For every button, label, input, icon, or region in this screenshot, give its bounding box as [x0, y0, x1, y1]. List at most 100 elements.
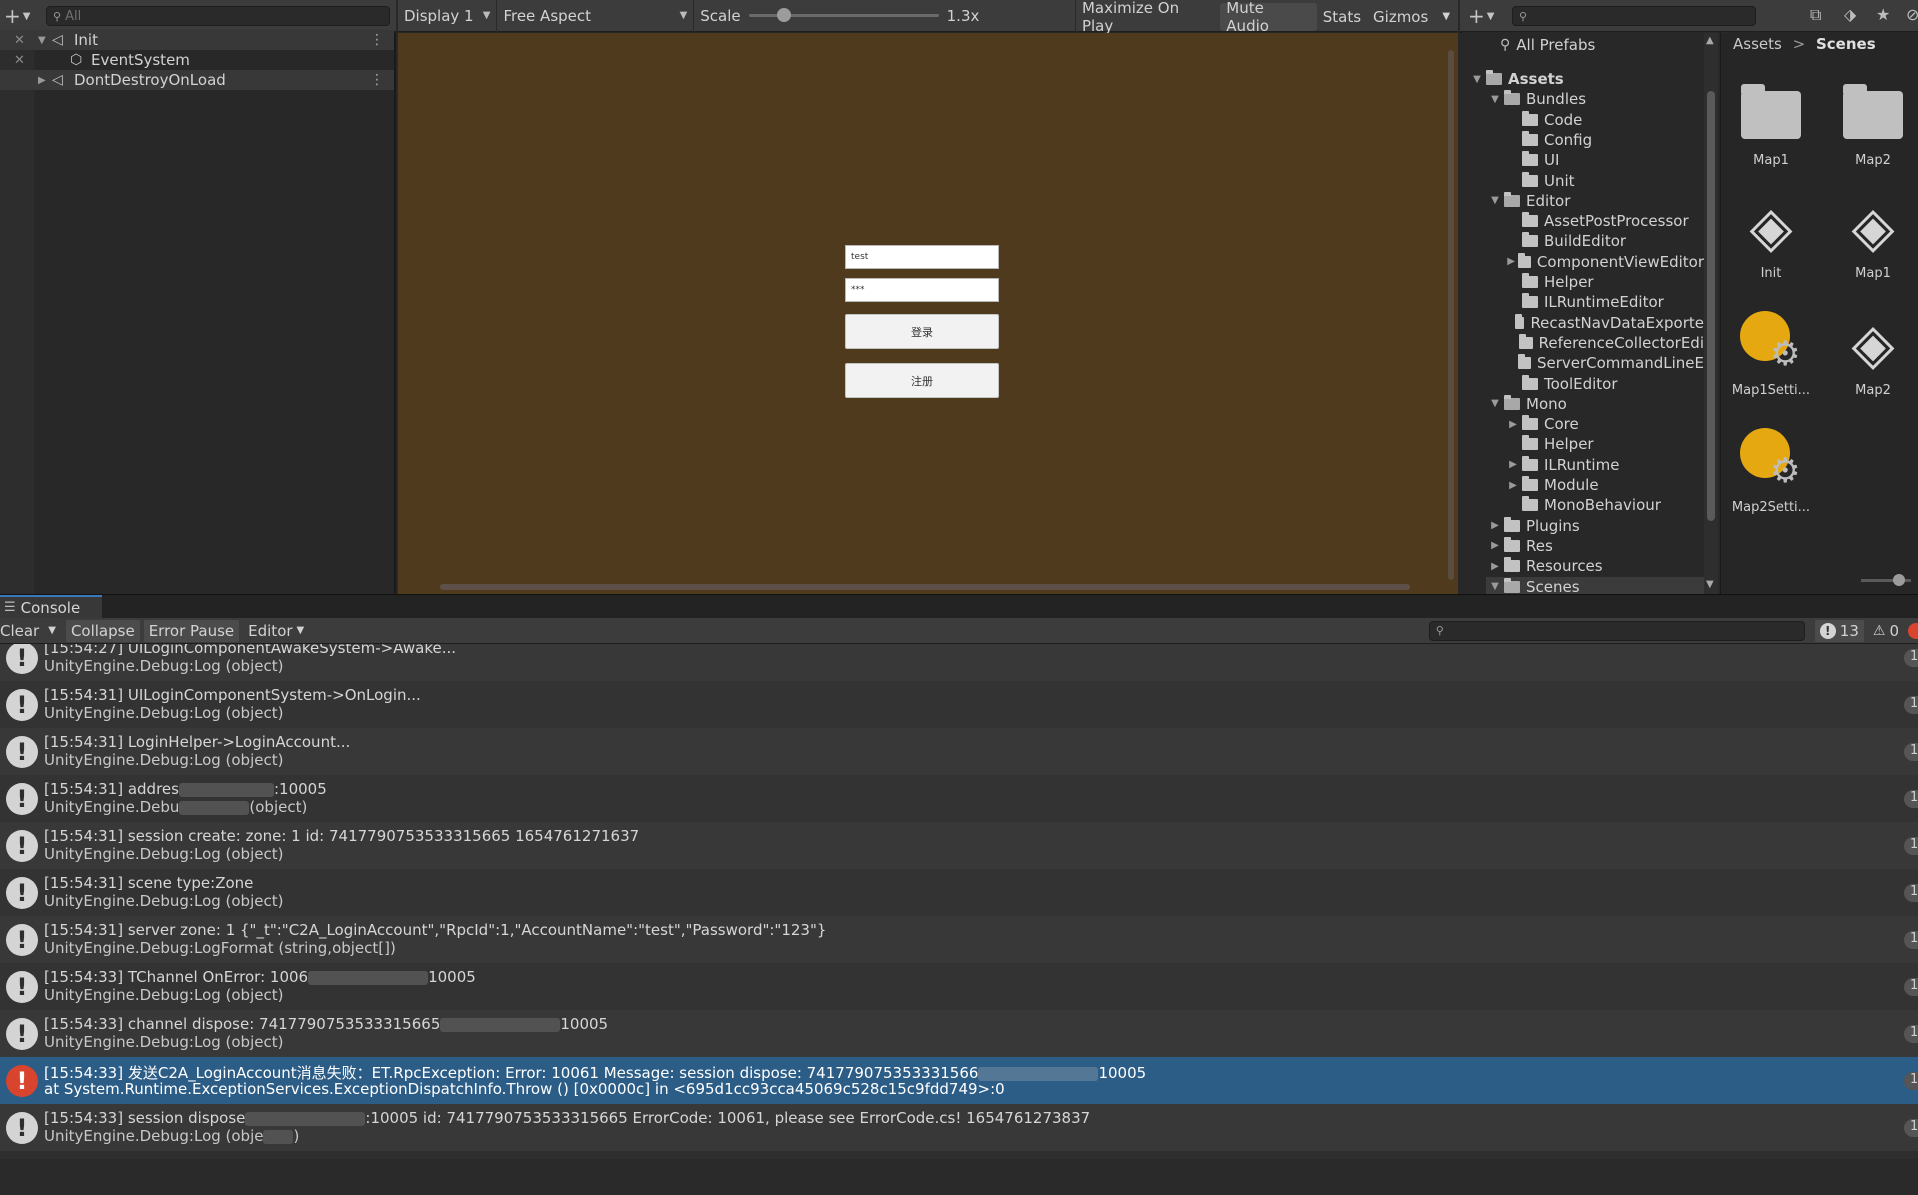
project-search-input[interactable]: ⚲: [1512, 6, 1756, 26]
tree-item-mono[interactable]: ▼ Mono: [1486, 394, 1704, 414]
asset-folder-map1[interactable]: Map1: [1721, 73, 1821, 168]
tree-item-helper[interactable]: Helper: [1504, 434, 1704, 454]
asset-scene-init[interactable]: ◈ Init: [1721, 190, 1821, 282]
icon-size-slider[interactable]: [1861, 574, 1911, 586]
password-input[interactable]: ***: [845, 278, 999, 302]
console-log-entry[interactable]: ! [15:54:31] server zone: 1 {"_t":"C2A_Lo…: [0, 916, 1918, 963]
tree-item-unit[interactable]: Unit: [1504, 171, 1704, 191]
stats-button[interactable]: Stats: [1317, 3, 1367, 31]
tree-item-assetpostprocessor[interactable]: AssetPostProcessor: [1504, 211, 1704, 231]
tree-item-ilruntime[interactable]: ▶ ILRuntime: [1504, 455, 1704, 475]
fold-open-icon[interactable]: ▼: [1486, 94, 1504, 105]
project-tree-scrollbar[interactable]: ▲ ▼: [1704, 33, 1718, 594]
hierarchy-item-init[interactable]: ✕ ▼ ◁ Init ⋮: [0, 30, 394, 50]
scale-slider[interactable]: [748, 8, 939, 22]
console-log-entry[interactable]: ! [15:54:31] scene type:Zone UnityEngine.D…: [0, 869, 1918, 916]
console-log-entry[interactable]: ! [15:54:31] session create: zone: 1 id: …: [0, 822, 1918, 869]
kebab-menu-icon[interactable]: ⋮: [370, 32, 384, 48]
fold-closed-icon[interactable]: ▶: [1486, 520, 1504, 531]
tree-item-all-prefabs[interactable]: ⚲ All Prefabs: [1500, 35, 1700, 55]
scrollbar-thumb[interactable]: [1707, 91, 1715, 521]
console-log-entry[interactable]: ! [15:54:33] channel dispose: 74177907535…: [0, 1010, 1918, 1057]
maximize-on-play-button[interactable]: Maximize On Play: [1076, 0, 1220, 35]
tree-item-monobehaviour[interactable]: MonoBehaviour: [1504, 495, 1704, 515]
clear-options-dropdown[interactable]: ▼: [48, 620, 62, 642]
console-log-entry[interactable]: ! [15:54:31] addres:10005 UnityEngine.Debu…: [0, 775, 1918, 822]
tree-item-referencecollectoredi[interactable]: ReferenceCollectorEdi: [1504, 333, 1704, 353]
tree-item-module[interactable]: ▶ Module: [1504, 475, 1704, 495]
console-log-entry[interactable]: ! [15:54:31] UILoginComponentSystem->OnLo…: [0, 681, 1918, 728]
tree-item-code[interactable]: Code: [1504, 110, 1704, 130]
label-tag-icon[interactable]: ⬗: [1844, 5, 1856, 24]
tab-console[interactable]: ☰ Console: [0, 595, 102, 618]
tree-item-recastnavdataexporte[interactable]: RecastNavDataExporte: [1504, 313, 1704, 333]
game-vertical-scrollbar[interactable]: [1448, 50, 1454, 580]
fold-open-icon[interactable]: ▼: [1486, 195, 1504, 206]
tree-item-ilruntimeeditor[interactable]: ILRuntimeEditor: [1504, 292, 1704, 312]
visibility-off-icon[interactable]: ✕: [14, 53, 25, 68]
asset-lighting-map2setti-[interactable]: ⚙ Map2Setti...: [1721, 424, 1821, 515]
icon-size-slider-thumb[interactable]: [1893, 574, 1905, 586]
gizmos-dropdown[interactable]: ▼: [1434, 3, 1458, 31]
hierarchy-item-eventsystem[interactable]: ✕ ⬡ EventSystem: [0, 50, 394, 70]
tree-item-componentvieweditor[interactable]: ▶ ComponentViewEditor: [1504, 252, 1704, 272]
asset-folder-map2[interactable]: Map2: [1823, 73, 1918, 168]
console-log-list[interactable]: ! [15:54:27] UILoginComponentAwakeSystem-…: [0, 644, 1918, 1159]
tree-item-tooleditor[interactable]: ToolEditor: [1504, 374, 1704, 394]
login-button[interactable]: 登录: [845, 314, 999, 349]
fold-closed-icon[interactable]: ▶: [1504, 459, 1522, 470]
tree-item-plugins[interactable]: ▶ Plugins: [1486, 516, 1704, 536]
console-log-entry[interactable]: ! [15:54:33] session dispose:10005 id: 74…: [0, 1104, 1918, 1151]
register-button[interactable]: 注册: [845, 363, 999, 398]
scale-slider-thumb[interactable]: [776, 8, 791, 22]
tree-item-servercommandlinee[interactable]: ServerCommandLineE: [1504, 353, 1704, 373]
gizmos-button[interactable]: Gizmos: [1367, 3, 1434, 31]
breadcrumb-assets[interactable]: Assets: [1733, 35, 1782, 53]
create-dropdown[interactable]: + ▼: [4, 4, 30, 28]
search-by-type-icon[interactable]: ⧉: [1810, 5, 1821, 25]
toggle-error-messages[interactable]: [1908, 620, 1918, 642]
fold-closed-icon[interactable]: ▶: [38, 75, 46, 86]
game-horizontal-scrollbar[interactable]: [440, 584, 1410, 590]
project-create-dropdown[interactable]: + ▼: [1468, 4, 1494, 28]
console-log-entry[interactable]: ! [15:54:27] UILoginComponentAwakeSystem-…: [0, 644, 1918, 681]
visibility-off-icon[interactable]: ✕: [14, 33, 25, 48]
scroll-down-icon[interactable]: ▼: [1706, 579, 1714, 590]
hierarchy-item-dontdestroyonload[interactable]: ▶ ◁ DontDestroyOnLoad ⋮: [0, 70, 394, 90]
breadcrumb-scenes[interactable]: Scenes: [1816, 35, 1876, 53]
kebab-menu-icon[interactable]: ⋮: [370, 72, 384, 88]
tree-item-res[interactable]: ▶ Res: [1486, 536, 1704, 556]
fold-open-icon[interactable]: ▼: [38, 35, 46, 46]
console-search-input[interactable]: ⚲: [1428, 620, 1805, 641]
editor-dropdown[interactable]: Editor ▼: [243, 620, 309, 642]
hidden-packages-icon[interactable]: ⊘: [1906, 5, 1918, 24]
collapse-button[interactable]: Collapse: [65, 619, 140, 642]
hierarchy-search-input[interactable]: ⚲ All: [46, 6, 390, 26]
tree-item-resources[interactable]: ▶ Resources: [1486, 556, 1704, 576]
fold-closed-icon[interactable]: ▶: [1504, 480, 1522, 491]
tree-item-ui[interactable]: UI: [1504, 150, 1704, 170]
console-log-entry[interactable]: ! [15:54:33] TChannel OnError: 1006 10005 U…: [0, 963, 1918, 1010]
tree-item-config[interactable]: Config: [1504, 130, 1704, 150]
fold-open-icon[interactable]: ▼: [1486, 398, 1504, 409]
toggle-warning-messages[interactable]: ⚠ 0: [1868, 620, 1904, 642]
mute-audio-button[interactable]: Mute Audio: [1220, 0, 1317, 35]
console-log-entry[interactable]: ! [15:54:33] 发送C2A_LoginAccount消息失败：ET.Rp…: [0, 1057, 1918, 1104]
tree-item-assets[interactable]: ▼ Assets: [1468, 69, 1704, 89]
toggle-log-messages[interactable]: ! 13: [1814, 619, 1864, 642]
clear-button[interactable]: Clear: [0, 620, 44, 642]
error-pause-button[interactable]: Error Pause: [143, 619, 240, 642]
fold-open-icon[interactable]: ▼: [1468, 74, 1486, 85]
tree-item-editor[interactable]: ▼ Editor: [1486, 191, 1704, 211]
tree-item-buildeditor[interactable]: BuildEditor: [1504, 231, 1704, 251]
fold-closed-icon[interactable]: ▶: [1504, 256, 1518, 267]
fold-closed-icon[interactable]: ▶: [1504, 419, 1522, 430]
display-dropdown[interactable]: Display 1 ▼: [398, 0, 498, 32]
username-input[interactable]: test: [845, 245, 999, 269]
fold-open-icon[interactable]: ▼: [1486, 581, 1504, 592]
console-log-entry[interactable]: ! [15:54:31] LoginHelper->LoginAccount...…: [0, 728, 1918, 775]
aspect-dropdown[interactable]: Free Aspect ▼: [497, 0, 695, 32]
tree-item-bundles[interactable]: ▼ Bundles: [1486, 89, 1704, 109]
scroll-up-icon[interactable]: ▲: [1706, 35, 1714, 46]
tree-item-core[interactable]: ▶ Core: [1504, 414, 1704, 434]
